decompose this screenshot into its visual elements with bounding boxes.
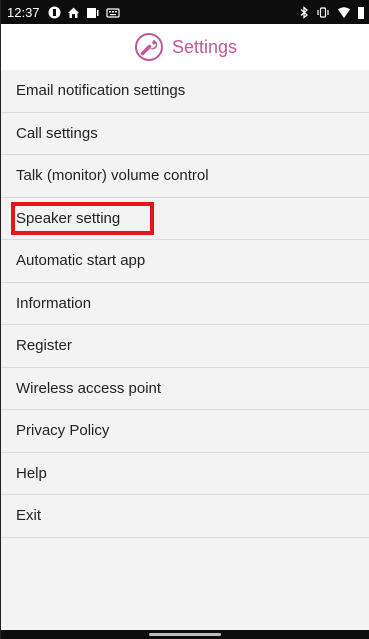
menu-item-wireless-access-point[interactable]: Wireless access point (1, 368, 369, 410)
menu-item-label: Talk (monitor) volume control (16, 167, 209, 185)
menu-item-label: Information (16, 294, 92, 312)
wifi-icon (338, 6, 350, 18)
home-gesture-handle[interactable] (149, 633, 221, 636)
wrench-icon (134, 33, 163, 61)
menu-item-label: Privacy Policy (16, 422, 110, 440)
highlight-box (11, 201, 154, 235)
menu-item-exit[interactable]: Exit (1, 495, 369, 538)
page-title: Settings (171, 36, 238, 57)
bluetooth-icon (300, 5, 308, 19)
status-time: 12:37 (7, 4, 40, 20)
settings-list: Email notification settings Call setting… (1, 70, 369, 630)
media-icon (86, 7, 99, 18)
menu-item-privacy-policy[interactable]: Privacy Policy (1, 410, 369, 453)
menu-item-talk-volume-control[interactable]: Talk (monitor) volume control (1, 155, 369, 198)
menu-item-label: Register (16, 337, 72, 355)
menu-item-label: Automatic start app (16, 252, 146, 270)
home-app-icon (67, 7, 79, 18)
menu-item-label: Wireless access point (16, 379, 162, 397)
keyboard-icon (105, 7, 120, 18)
menu-item-label: Email notification settings (16, 82, 186, 100)
menu-item-email-notification-settings[interactable]: Email notification settings (1, 70, 369, 113)
menu-item-label: Exit (16, 507, 42, 525)
menu-item-help[interactable]: Help (1, 453, 369, 495)
menu-item-automatic-start-app[interactable]: Automatic start app (1, 240, 369, 283)
navigation-bar (1, 630, 369, 639)
device-frame: 12:37 Settings Email notification settin… (0, 0, 369, 639)
menu-item-speaker-setting[interactable]: Speaker setting (1, 198, 369, 240)
menu-item-information[interactable]: Information (1, 283, 369, 325)
menu-item-label: Help (16, 464, 47, 482)
circle-app-icon (48, 6, 61, 18)
menu-item-label: Call settings (16, 124, 98, 142)
status-bar: 12:37 (1, 0, 369, 24)
battery-icon (358, 6, 364, 19)
vibrate-icon (317, 6, 329, 18)
menu-item-register[interactable]: Register (1, 325, 369, 368)
app-bar: Settings (1, 24, 369, 71)
menu-item-call-settings[interactable]: Call settings (1, 113, 369, 155)
